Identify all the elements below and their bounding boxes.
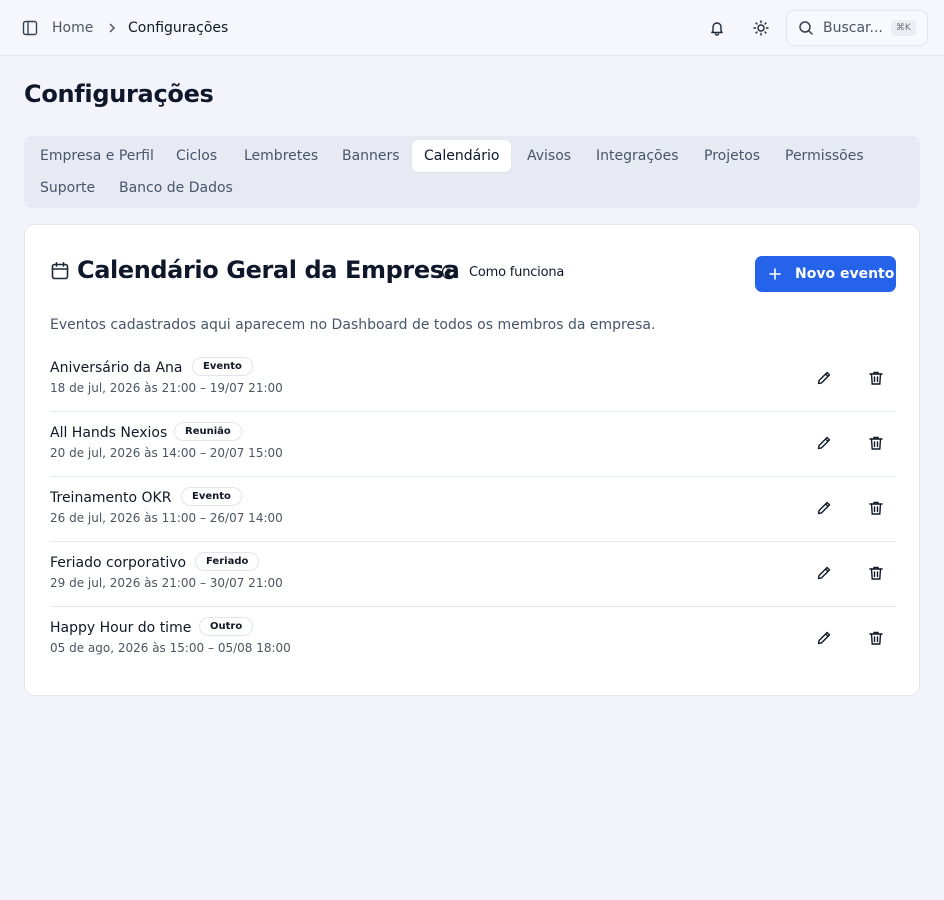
delete-event-button[interactable] (867, 564, 885, 582)
how-it-works-label: Como funciona (469, 264, 565, 280)
delete-event-button[interactable] (867, 629, 885, 647)
event-date: 29 de jul, 2026 às 21:00 – 30/07 21:00 (50, 576, 283, 590)
event-type-badge: Feriado (195, 552, 260, 571)
new-event-button[interactable]: Novo evento (755, 256, 896, 292)
notifications-button[interactable] (707, 18, 727, 38)
delete-event-button[interactable] (867, 434, 885, 452)
edit-event-button[interactable] (815, 434, 833, 452)
breadcrumb-current: Configurações (128, 20, 229, 36)
search-shortcut: ⌘K (890, 20, 916, 36)
event-date: 18 de jul, 2026 às 21:00 – 19/07 21:00 (50, 381, 283, 395)
event-title: Happy Hour do time (50, 620, 192, 636)
event-row: All Hands Nexios Reunião 20 de jul, 2026… (50, 412, 896, 477)
event-type-badge: Outro (199, 617, 254, 636)
edit-event-button[interactable] (815, 369, 833, 387)
delete-event-button[interactable] (867, 499, 885, 517)
pencil-icon (817, 501, 831, 515)
trash-icon (869, 566, 883, 580)
event-type-badge: Evento (192, 357, 253, 376)
tab-banners[interactable]: Banners (330, 140, 412, 172)
search-label: Buscar... (823, 20, 883, 36)
new-event-label: Novo evento (795, 266, 895, 282)
tab-suporte[interactable]: Suporte (28, 172, 107, 204)
page-title: Configurações (24, 80, 214, 108)
tab-banco-de-dados[interactable]: Banco de Dados (107, 172, 245, 204)
how-it-works-link[interactable]: Como funciona (441, 262, 564, 282)
event-title: Aniversário da Ana (50, 360, 183, 376)
theme-toggle-button[interactable] (751, 18, 771, 38)
chevron-right-icon (106, 20, 118, 36)
event-type-badge: Reunião (174, 422, 242, 441)
trash-icon (869, 501, 883, 515)
breadcrumb-home[interactable]: Home (52, 19, 93, 37)
card-description: Eventos cadastrados aqui aparecem no Das… (50, 317, 656, 333)
trash-icon (869, 436, 883, 450)
event-row: Aniversário da Ana Evento 18 de jul, 202… (50, 347, 896, 412)
tab-empresa-perfil[interactable]: Empresa e Perfil (28, 140, 166, 172)
event-type-badge: Evento (181, 487, 242, 506)
tab-ciclos[interactable]: Ciclos (164, 140, 229, 172)
edit-event-button[interactable] (815, 629, 833, 647)
pencil-icon (817, 566, 831, 580)
tab-lembretes[interactable]: Lembretes (232, 140, 330, 172)
calendar-card: Calendário Geral da Empresa Como funcion… (24, 224, 920, 696)
pencil-icon (817, 631, 831, 645)
top-bar: Home Configurações Buscar... ⌘K (0, 0, 944, 56)
tab-integracoes[interactable]: Integrações (584, 140, 691, 172)
event-title: Feriado corporativo (50, 555, 187, 571)
pencil-icon (817, 371, 831, 385)
tab-permissoes[interactable]: Permissões (773, 140, 876, 172)
tab-avisos[interactable]: Avisos (515, 140, 583, 172)
event-row: Treinamento OKR Evento 26 de jul, 2026 à… (50, 477, 896, 542)
help-circle-icon (441, 264, 457, 280)
search-button[interactable]: Buscar... ⌘K (786, 10, 928, 46)
plus-icon (769, 268, 781, 280)
event-title: All Hands Nexios (50, 425, 168, 441)
tab-projetos[interactable]: Projetos (692, 140, 772, 172)
edit-event-button[interactable] (815, 499, 833, 517)
event-row: Happy Hour do time Outro 05 de ago, 2026… (50, 607, 896, 672)
edit-event-button[interactable] (815, 564, 833, 582)
calendar-icon (50, 261, 70, 281)
card-title: Calendário Geral da Empresa (77, 256, 460, 284)
sidebar-toggle-icon (22, 20, 38, 36)
event-title: Treinamento OKR (50, 490, 172, 506)
sun-icon (753, 20, 769, 36)
event-date: 20 de jul, 2026 às 14:00 – 20/07 15:00 (50, 446, 283, 460)
trash-icon (869, 371, 883, 385)
settings-tabs: Empresa e Perfil Ciclos Lembretes Banner… (24, 136, 920, 208)
bell-icon (711, 22, 723, 36)
delete-event-button[interactable] (867, 369, 885, 387)
search-icon (798, 20, 814, 36)
event-date: 05 de ago, 2026 às 15:00 – 05/08 18:00 (50, 641, 291, 655)
sidebar-toggle-button[interactable] (22, 20, 38, 36)
trash-icon (869, 631, 883, 645)
pencil-icon (817, 436, 831, 450)
tab-calendario[interactable]: Calendário (412, 140, 512, 172)
event-row: Feriado corporativo Feriado 29 de jul, 2… (50, 542, 896, 607)
event-date: 26 de jul, 2026 às 11:00 – 26/07 14:00 (50, 511, 283, 525)
